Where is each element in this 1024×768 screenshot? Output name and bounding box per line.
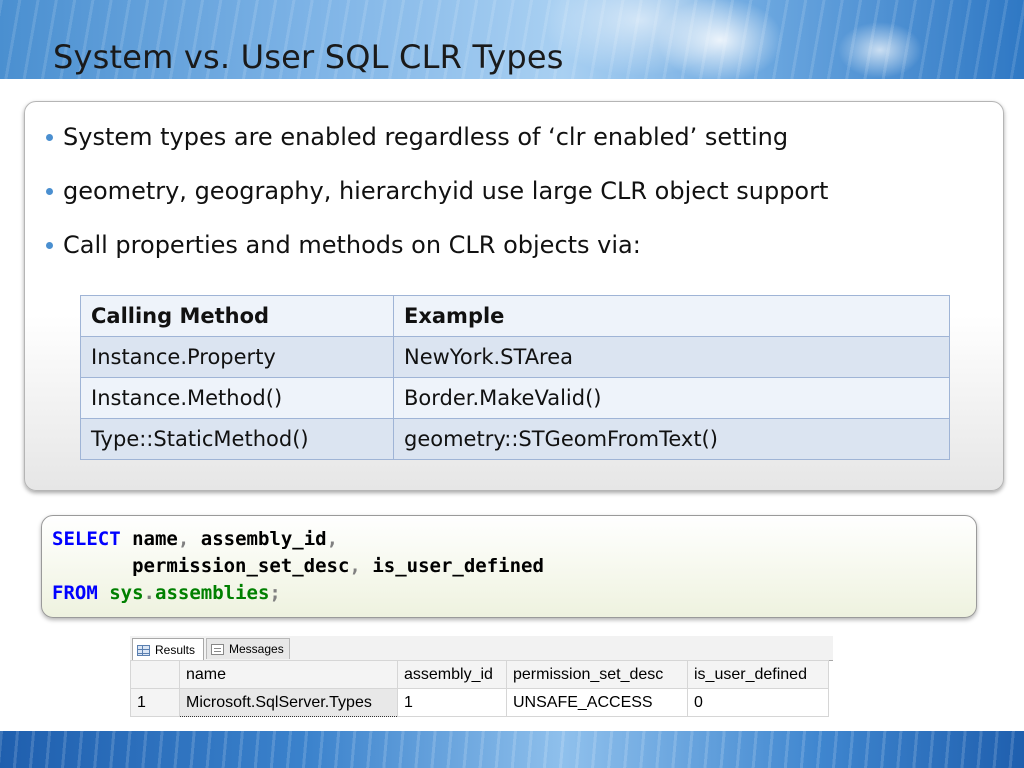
calling-methods-table: Calling Method Example Instance.Property… <box>80 295 950 460</box>
title-banner: System vs. User SQL CLR Types <box>0 0 1024 79</box>
bullet-dot-icon <box>46 188 53 195</box>
grid-header-row: name assembly_id permission_set_desc is_… <box>130 660 829 689</box>
row-number[interactable]: 1 <box>130 688 180 717</box>
table-row: Instance.Property NewYork.STArea <box>80 336 950 378</box>
grid-cell[interactable]: 1 <box>397 688 507 717</box>
column-header[interactable]: is_user_defined <box>687 660 829 689</box>
bullet-text: System types are enabled regardless of ‘… <box>63 123 789 151</box>
table-row[interactable]: 1 Microsoft.SqlServer.Types 1 UNSAFE_ACC… <box>130 688 829 717</box>
tab-label: Messages <box>229 642 284 656</box>
sql-object: assemblies <box>155 582 270 604</box>
bullet-dot-icon <box>46 134 53 141</box>
bullet-dot-icon <box>46 242 53 249</box>
grid-cell-selected[interactable]: Microsoft.SqlServer.Types <box>179 688 398 717</box>
table-cell: Instance.Method() <box>80 377 394 419</box>
sql-column: name <box>132 528 178 550</box>
table-cell: Border.MakeValid() <box>393 377 950 419</box>
grid-icon <box>137 644 150 656</box>
sql-code: SELECT name, assembly_id, permission_set… <box>52 526 544 607</box>
sql-punctuation: ; <box>269 582 281 604</box>
grid-cell[interactable]: 0 <box>687 688 829 717</box>
content-panel: System types are enabled regardless of ‘… <box>24 101 1004 491</box>
sql-column: permission_set_desc <box>132 555 350 577</box>
sql-punctuation: , <box>349 555 361 577</box>
sql-punctuation: , <box>326 528 339 550</box>
table-cell: geometry::STGeomFromText() <box>393 418 950 460</box>
results-grid: name assembly_id permission_set_desc is_… <box>130 660 829 717</box>
bullet-list: System types are enabled regardless of ‘… <box>43 120 828 282</box>
sql-keyword-select: SELECT <box>52 528 121 550</box>
query-results-pane: Results Messages name assembly_id permis… <box>130 636 833 717</box>
results-tab-bar: Results Messages <box>130 636 833 661</box>
bullet-text: Call properties and methods on CLR objec… <box>63 231 641 259</box>
messages-icon <box>211 643 224 655</box>
slide-title: System vs. User SQL CLR Types <box>53 38 564 76</box>
table-cell: Type::StaticMethod() <box>80 418 394 460</box>
table-header-row: Calling Method Example <box>80 295 950 337</box>
sql-column: assembly_id <box>200 528 327 550</box>
column-header: Calling Method <box>80 295 394 337</box>
table-row: Type::StaticMethod() geometry::STGeomFro… <box>80 418 950 460</box>
footer-banner <box>0 731 1024 768</box>
sql-column: is_user_defined <box>372 555 544 577</box>
bullet-text: geometry, geography, hierarchyid use lar… <box>63 177 829 205</box>
grid-cell[interactable]: UNSAFE_ACCESS <box>506 688 688 717</box>
table-row: Instance.Method() Border.MakeValid() <box>80 377 950 419</box>
column-header: Example <box>393 295 950 337</box>
sql-punctuation: , <box>177 528 190 550</box>
sql-punctuation: . <box>143 582 155 604</box>
table-cell: Instance.Property <box>80 336 394 378</box>
bullet-item: System types are enabled regardless of ‘… <box>43 120 828 174</box>
tab-messages[interactable]: Messages <box>206 638 290 659</box>
tab-results[interactable]: Results <box>132 638 204 661</box>
sql-schema: sys <box>109 582 144 604</box>
bullet-item: Call properties and methods on CLR objec… <box>43 228 828 282</box>
row-number-header <box>130 660 180 689</box>
bullet-item: geometry, geography, hierarchyid use lar… <box>43 174 828 228</box>
sql-code-box: SELECT name, assembly_id, permission_set… <box>41 515 977 618</box>
column-header[interactable]: name <box>179 660 398 689</box>
table-cell: NewYork.STArea <box>393 336 950 378</box>
column-header[interactable]: assembly_id <box>397 660 507 689</box>
column-header[interactable]: permission_set_desc <box>506 660 688 689</box>
tab-label: Results <box>155 643 196 657</box>
sql-keyword-from: FROM <box>52 582 98 604</box>
